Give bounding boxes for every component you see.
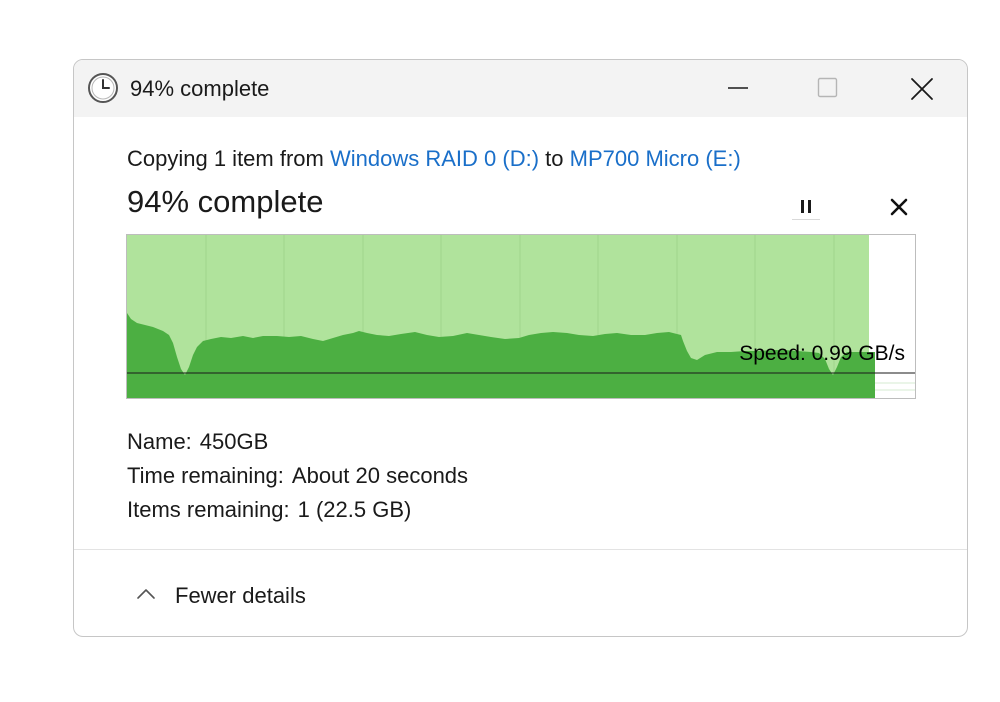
progress-title: 94% complete [127,184,324,219]
copy-prefix: Copying 1 item from [127,146,324,171]
close-icon [911,78,933,100]
clock-icon [87,72,119,104]
copy-dialog: 94% complete Copying 1 item from Windows… [73,59,968,637]
fewer-details-label: Fewer details [175,583,306,608]
copy-description: Copying 1 item from Windows RAID 0 (D:) … [127,146,741,172]
items-remaining-value: 1 (22.5 GB) [297,497,412,522]
cancel-icon [890,198,908,216]
name-label: Name: [127,429,192,454]
speed-label: Speed: 0.99 GB/s [739,342,905,365]
fewer-details-toggle[interactable]: Fewer details [132,578,352,612]
items-remaining-label: Items remaining: [127,497,290,522]
graph-row-lines [875,382,915,391]
chevron-up-icon [137,589,155,599]
time-remaining-label: Time remaining: [127,463,284,488]
minimize-button[interactable] [708,60,768,117]
time-remaining-value: About 20 seconds [291,463,469,488]
name-value: 450GB [199,429,269,454]
copy-connector: to [545,146,564,171]
pause-button[interactable] [788,192,824,222]
detail-name: Name: 450GB [127,425,468,459]
window-title: 94% complete [130,76,270,101]
destination-link[interactable]: MP700 Micro (E:) [570,146,741,171]
footer-divider [74,549,967,550]
speed-graph: Speed: 0.99 GB/s [126,234,916,399]
source-link[interactable]: Windows RAID 0 (D:) [330,146,539,171]
detail-items-remaining: Items remaining: 1 (22.5 GB) [127,493,468,527]
maximize-icon [817,77,838,98]
copy-details: Name: 450GB Time remaining: About 20 secon… [127,425,468,527]
maximize-button [798,60,858,117]
minimize-icon [728,87,748,89]
close-button[interactable] [891,60,951,117]
cancel-button[interactable] [886,194,912,220]
title-bar[interactable]: 94% complete [74,60,967,117]
detail-time-remaining: Time remaining: About 20 seconds [127,459,468,493]
